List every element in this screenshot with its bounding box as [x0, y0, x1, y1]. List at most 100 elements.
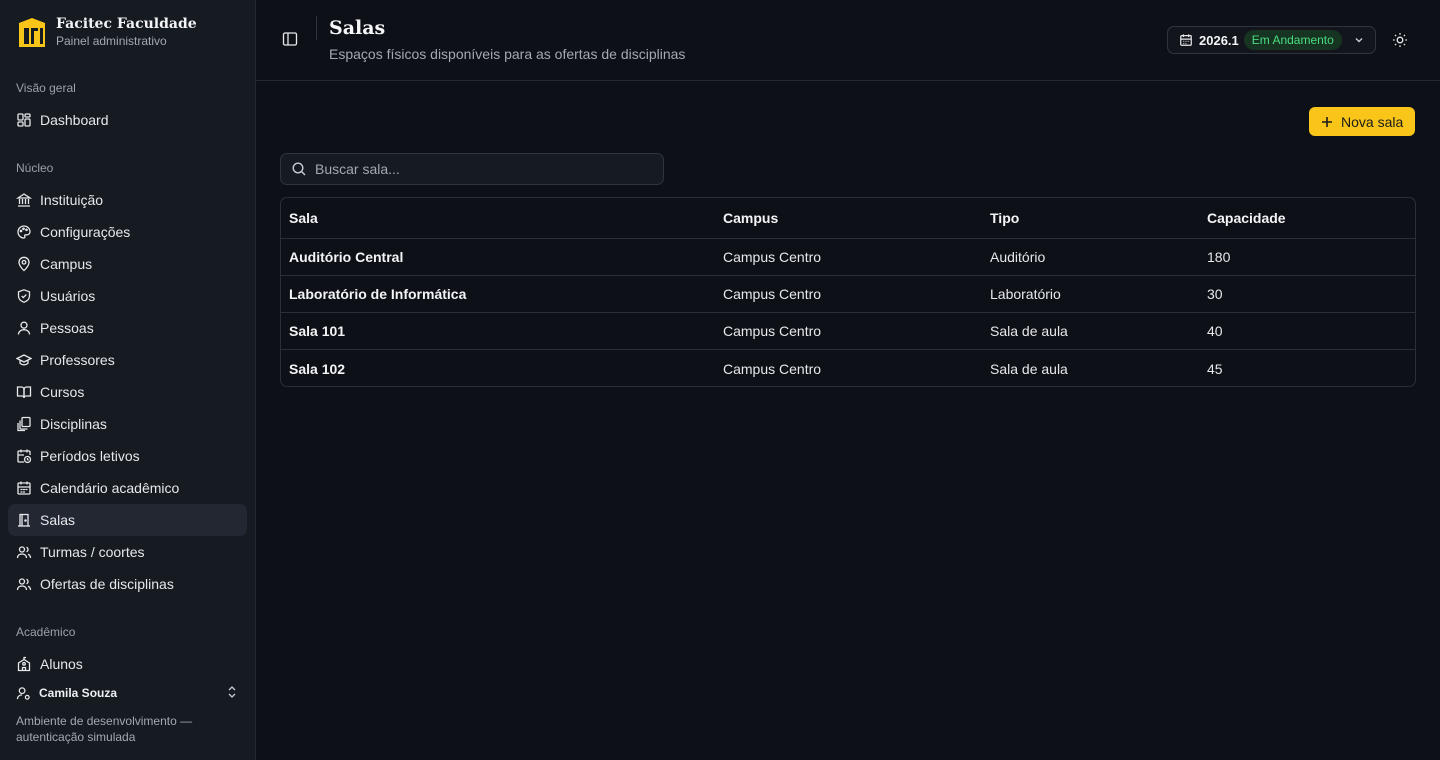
user-cog-icon — [16, 686, 30, 700]
book-open-icon — [16, 384, 32, 400]
cell-capacidade: 180 — [1207, 249, 1231, 265]
sidebar-item-label: Pessoas — [40, 320, 94, 336]
sidebar-item-alunos[interactable]: Alunos — [8, 648, 247, 680]
cell-campus: Campus Centro — [723, 360, 822, 377]
sidebar-item-disciplinas[interactable]: Disciplinas — [8, 408, 247, 440]
sidebar-item-usuarios[interactable]: Usuários — [8, 280, 247, 312]
cell-sala: Laboratório de Informática — [289, 286, 467, 302]
sidebar: Facitec Faculdade Painel administrativo … — [0, 0, 256, 760]
group-label-core: Núcleo — [16, 161, 54, 175]
sidebar-item-label: Ofertas de disciplinas — [40, 576, 174, 592]
search-box[interactable] — [280, 153, 664, 185]
column-header-sala[interactable]: Sala — [289, 198, 318, 238]
map-pin-icon — [16, 256, 32, 272]
status-badge: Em Andamento — [1243, 30, 1342, 50]
palette-icon — [16, 224, 32, 240]
sun-icon[interactable] — [1392, 32, 1408, 48]
sidebar-item-cursos[interactable]: Cursos — [8, 376, 247, 408]
sidebar-item-label: Cursos — [40, 384, 85, 400]
cell-capacidade: 40 — [1207, 323, 1223, 339]
sidebar-item-label: Configurações — [40, 224, 131, 240]
sidebar-item-turmas[interactable]: Turmas / coortes — [8, 536, 247, 568]
plus-icon — [1322, 116, 1332, 127]
table-row[interactable]: Sala 101 Campus Centro Sala de aula 40 — [281, 313, 1415, 350]
cell-capacidade: 45 — [1207, 360, 1223, 377]
landmark-icon — [16, 192, 32, 208]
sidebar-item-label: Turmas / coortes — [40, 544, 145, 560]
sidebar-item-label: Usuários — [40, 288, 96, 304]
add-room-label: Nova sala — [1341, 113, 1404, 130]
table-row[interactable]: Sala 102 Campus Centro Sala de aula 45 — [281, 350, 1415, 386]
sidebar-item-label: Disciplinas — [40, 416, 107, 432]
sidebar-item-label: Alunos — [40, 656, 83, 672]
graduation-cap-icon — [16, 352, 32, 368]
library-icon — [16, 416, 32, 432]
user-name: Camila Souza — [39, 686, 118, 700]
sidebar-item-ofertas[interactable]: Ofertas de disciplinas — [8, 568, 247, 600]
cell-tipo: Laboratório — [990, 286, 1061, 302]
sidebar-item-dashboard[interactable]: Dashboard — [8, 104, 247, 136]
sidebar-item-salas[interactable]: Salas — [8, 504, 247, 536]
group-label-academic: Acadêmico — [16, 625, 76, 639]
search-input[interactable] — [315, 161, 655, 177]
table-row[interactable]: Auditório Central Campus Centro Auditóri… — [281, 239, 1415, 276]
cell-sala: Sala 102 — [289, 360, 346, 377]
sidebar-toggle-icon[interactable] — [282, 31, 298, 47]
logo-icon — [19, 18, 45, 47]
sidebar-item-calendario[interactable]: Calendário acadêmico — [8, 472, 247, 504]
page-title: Salas — [329, 17, 386, 39]
sidebar-item-label: Salas — [40, 512, 76, 528]
table-header-row: Sala Campus Tipo Capacidade — [281, 198, 1415, 239]
group-label-overview: Visão geral — [16, 81, 76, 95]
calendar-icon — [1180, 34, 1192, 46]
user-menu[interactable]: Camila Souza — [8, 680, 247, 706]
shield-icon — [16, 288, 32, 304]
chevron-down-icon — [1355, 38, 1363, 43]
page-subtitle: Espaços físicos disponíveis para as ofer… — [329, 46, 686, 62]
sidebar-item-configuracoes[interactable]: Configurações — [8, 216, 247, 248]
brand-subtitle: Painel administrativo — [56, 34, 167, 48]
search-icon — [292, 162, 306, 176]
rooms-table: Sala Campus Tipo Capacidade Auditório Ce… — [280, 197, 1416, 387]
sidebar-item-label: Períodos letivos — [40, 448, 140, 464]
sidebar-item-instituicao[interactable]: Instituição — [8, 184, 247, 216]
column-header-capacidade[interactable]: Capacidade — [1207, 198, 1286, 238]
users-icon — [16, 544, 32, 560]
cell-campus: Campus Centro — [723, 323, 822, 339]
dashboard-icon — [16, 112, 32, 128]
header-divider — [316, 16, 317, 40]
chevrons-up-down-icon — [228, 686, 236, 698]
users-icon — [16, 576, 32, 592]
sidebar-item-label: Dashboard — [40, 112, 109, 128]
sidebar-item-campus[interactable]: Campus — [8, 248, 247, 280]
sidebar-item-periodos[interactable]: Períodos letivos — [8, 440, 247, 472]
sidebar-item-pessoas[interactable]: Pessoas — [8, 312, 247, 344]
period-year: 2026.1 — [1199, 32, 1239, 48]
cell-tipo: Sala de aula — [990, 323, 1068, 339]
school-icon — [16, 656, 32, 672]
sidebar-item-label: Instituição — [40, 192, 104, 208]
brand[interactable]: Facitec Faculdade Painel administrativo — [16, 16, 197, 50]
cell-capacidade: 30 — [1207, 286, 1223, 302]
calendar-clock-icon — [16, 448, 32, 464]
cell-sala: Sala 101 — [289, 323, 346, 339]
add-room-button[interactable]: Nova sala — [1309, 107, 1415, 136]
cell-tipo: Sala de aula — [990, 360, 1068, 377]
brand-name: Facitec Faculdade — [56, 16, 197, 32]
sidebar-item-label: Calendário acadêmico — [40, 480, 180, 496]
calendar-icon — [16, 480, 32, 496]
table-row[interactable]: Laboratório de Informática Campus Centro… — [281, 276, 1415, 313]
cell-campus: Campus Centro — [723, 286, 822, 302]
cell-campus: Campus Centro — [723, 249, 822, 265]
sidebar-item-label: Campus — [40, 256, 93, 272]
environment-note: Ambiente de desenvolvimento — autenticaç… — [16, 714, 193, 744]
column-header-campus[interactable]: Campus — [723, 198, 778, 238]
column-header-tipo[interactable]: Tipo — [990, 198, 1019, 238]
period-select[interactable]: 2026.1 Em Andamento — [1167, 26, 1376, 54]
cell-sala: Auditório Central — [289, 249, 404, 265]
door-icon — [16, 512, 32, 528]
sidebar-item-professores[interactable]: Professores — [8, 344, 247, 376]
sidebar-item-label: Professores — [40, 352, 115, 368]
cell-tipo: Auditório — [990, 249, 1046, 265]
user-icon — [16, 320, 32, 336]
